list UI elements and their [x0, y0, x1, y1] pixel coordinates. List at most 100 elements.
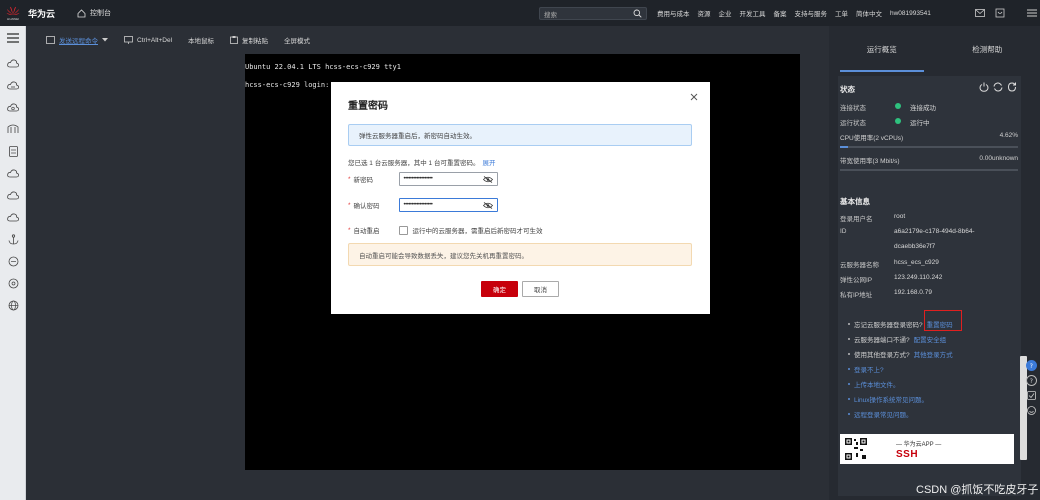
- close-icon[interactable]: [688, 91, 700, 103]
- question-icon[interactable]: ?: [1025, 375, 1037, 386]
- cancel-button[interactable]: 取消: [522, 281, 559, 297]
- nav-account[interactable]: hw081993541: [890, 10, 931, 17]
- console-link[interactable]: 控制台: [77, 8, 111, 18]
- help-icon[interactable]: ?: [1025, 360, 1037, 371]
- search-icon[interactable]: [633, 9, 642, 18]
- auto-restart-label: 自动重启: [353, 228, 380, 235]
- tab-help-label: 检测帮助: [972, 44, 1003, 54]
- id-label: ID: [840, 228, 847, 235]
- cpu-usage-track: [840, 146, 1018, 148]
- local-mouse-button[interactable]: 本地鼠标: [188, 35, 214, 45]
- private-ip-row: 私有IP地址 192.168.0.79: [840, 289, 1020, 299]
- brand-name[interactable]: 华为云: [28, 7, 55, 20]
- nav-devtools[interactable]: 开发工具: [740, 8, 766, 18]
- search-placeholder: 搜索: [544, 11, 557, 19]
- warning-notice: 自动重启可能会导致数据丢失，建议您先关机再重置密码。: [348, 243, 692, 266]
- bullet: [848, 323, 850, 325]
- id-value-line2: dcaebb36e7f7: [894, 243, 936, 250]
- hamburger-menu-icon[interactable]: [6, 32, 20, 44]
- confirm-button[interactable]: 确定: [481, 281, 518, 297]
- security-group-link[interactable]: 配置安全组: [914, 334, 947, 344]
- fullscreen-label: 全屏模式: [284, 38, 311, 45]
- bullet: [848, 353, 850, 355]
- refresh-icon[interactable]: [1007, 82, 1017, 92]
- nav-enterprise[interactable]: 企业: [719, 8, 732, 18]
- eye-hidden-icon[interactable]: [482, 201, 493, 209]
- nav-cost[interactable]: 费用与成本: [657, 8, 690, 18]
- mail-icon[interactable]: [974, 7, 986, 19]
- eip-label: 弹性公网IP: [840, 277, 873, 284]
- nav-support[interactable]: 支持与服务: [795, 8, 828, 18]
- chat-icon[interactable]: [6, 254, 20, 268]
- upload-link[interactable]: 上传本地文件。: [854, 379, 900, 389]
- fullscreen-button[interactable]: 全屏模式: [284, 35, 310, 45]
- huawei-logo[interactable]: HUAWEI: [0, 0, 26, 26]
- terminal-line-1: Ubuntu 22.04.1 LTS hcss-ecs-c929 tty1: [245, 63, 401, 71]
- cant-login-link[interactable]: 登录不上?: [854, 364, 884, 374]
- server-name-label: 云服务器名称: [840, 262, 879, 269]
- linux-faq-item: Linux操作系统常见问题。: [848, 394, 928, 404]
- cloud-security-icon[interactable]: [6, 188, 20, 202]
- cloud-storage-icon[interactable]: [6, 78, 20, 92]
- ctrl-alt-del-button[interactable]: Ctrl+Alt+Del: [124, 36, 172, 44]
- top-nav: 费用与成本 资源 企业 开发工具 备案 支持与服务 工单 简体中文 hw0819…: [657, 0, 931, 26]
- auto-restart-checkbox[interactable]: [398, 225, 408, 235]
- apps-icon[interactable]: [6, 276, 20, 290]
- cloud-server-icon[interactable]: [6, 56, 20, 70]
- app-banner[interactable]: — 华为云APP — SSH: [840, 434, 1014, 464]
- run-status-dot: [895, 117, 901, 124]
- tab-help[interactable]: 检测帮助: [935, 26, 1040, 72]
- required-mark: *: [348, 226, 351, 234]
- auto-restart-row: * 自动重启 运行中的云服务器，需重启后新密码才可生效: [348, 225, 543, 235]
- nav-language[interactable]: 简体中文: [856, 8, 882, 18]
- document-icon[interactable]: [6, 144, 20, 158]
- cloud-network-icon[interactable]: [6, 166, 20, 180]
- restart-icon[interactable]: [993, 82, 1003, 92]
- confirm-password-value: ••••••••••••••••••: [403, 202, 433, 208]
- id-row: ID a6a2179e-c178-494d-8b64-: [840, 228, 1020, 235]
- svg-text:?: ?: [1029, 378, 1032, 384]
- info-notice: 弹性云服务器重启后，新密码自动生效。: [348, 124, 692, 146]
- feedback-icon[interactable]: [1026, 390, 1037, 401]
- cpu-usage-fill: [840, 146, 849, 148]
- new-password-field[interactable]: ••••••••••••••••••: [398, 172, 498, 186]
- top-bar: HUAWEI 华为云 控制台 搜索 费用与成本 资源 企业 开发工具 备案 支持…: [0, 0, 1040, 26]
- id-row-cont: dcaebb36e7f7: [840, 243, 1020, 250]
- remote-faq-link[interactable]: 远程登录常见问题。: [854, 409, 913, 419]
- run-status-row: 运行状态 运行中: [840, 117, 1020, 127]
- globe-icon[interactable]: [6, 298, 20, 312]
- anchor-icon[interactable]: [6, 232, 20, 246]
- new-password-value: ••••••••••••••••••: [403, 176, 433, 182]
- cloud-db-icon[interactable]: [6, 100, 20, 114]
- send-remote-command-button[interactable]: 发送远程命令: [46, 35, 108, 45]
- cart-icon[interactable]: [994, 7, 1006, 19]
- run-status-label: 运行状态: [840, 120, 866, 127]
- nav-resource[interactable]: 资源: [698, 8, 711, 18]
- port-text: 云服务器端口不通?: [854, 337, 910, 344]
- expand-link[interactable]: 展开: [482, 160, 495, 167]
- local-mouse-label: 本地鼠标: [188, 38, 215, 45]
- tab-overview[interactable]: 运行概览: [829, 26, 935, 72]
- selected-servers-text: 您已选 1 台云服务器，其中 1 台可重置密码。 展开: [348, 157, 495, 167]
- power-icon[interactable]: [979, 82, 989, 92]
- bridge-icon[interactable]: [6, 122, 20, 136]
- menu-grid-icon[interactable]: [1026, 7, 1038, 19]
- linux-faq-link[interactable]: Linux操作系统常见问题。: [854, 394, 928, 404]
- nav-ticket[interactable]: 工单: [835, 8, 848, 18]
- cloud-monitor-icon[interactable]: [6, 210, 20, 224]
- smiley-icon[interactable]: [1026, 405, 1037, 416]
- nav-filing[interactable]: 备案: [774, 8, 787, 18]
- eye-hidden-icon[interactable]: [482, 175, 493, 183]
- csdn-watermark: CSDN @抓饭不吃皮牙子: [916, 484, 1039, 496]
- panel-tabs: 运行概览 检测帮助: [829, 26, 1040, 72]
- ctrl-alt-del-label: Ctrl+Alt+Del: [137, 36, 173, 44]
- run-status-value: 运行中: [910, 120, 930, 127]
- copy-paste-button[interactable]: 复制粘贴: [230, 35, 268, 45]
- clipboard-icon: [230, 36, 238, 44]
- other-login-link[interactable]: 其他登录方式: [914, 349, 953, 359]
- forgot-password-text: 忘记云服务器登录密码?: [854, 322, 923, 329]
- search-input[interactable]: 搜索: [539, 7, 647, 20]
- reset-password-dialog: 重置密码 弹性云服务器重启后，新密码自动生效。 您已选 1 台云服务器，其中 1…: [331, 82, 710, 314]
- login-user-label: 登录用户名: [840, 216, 873, 223]
- confirm-password-field[interactable]: ••••••••••••••••••: [398, 198, 498, 212]
